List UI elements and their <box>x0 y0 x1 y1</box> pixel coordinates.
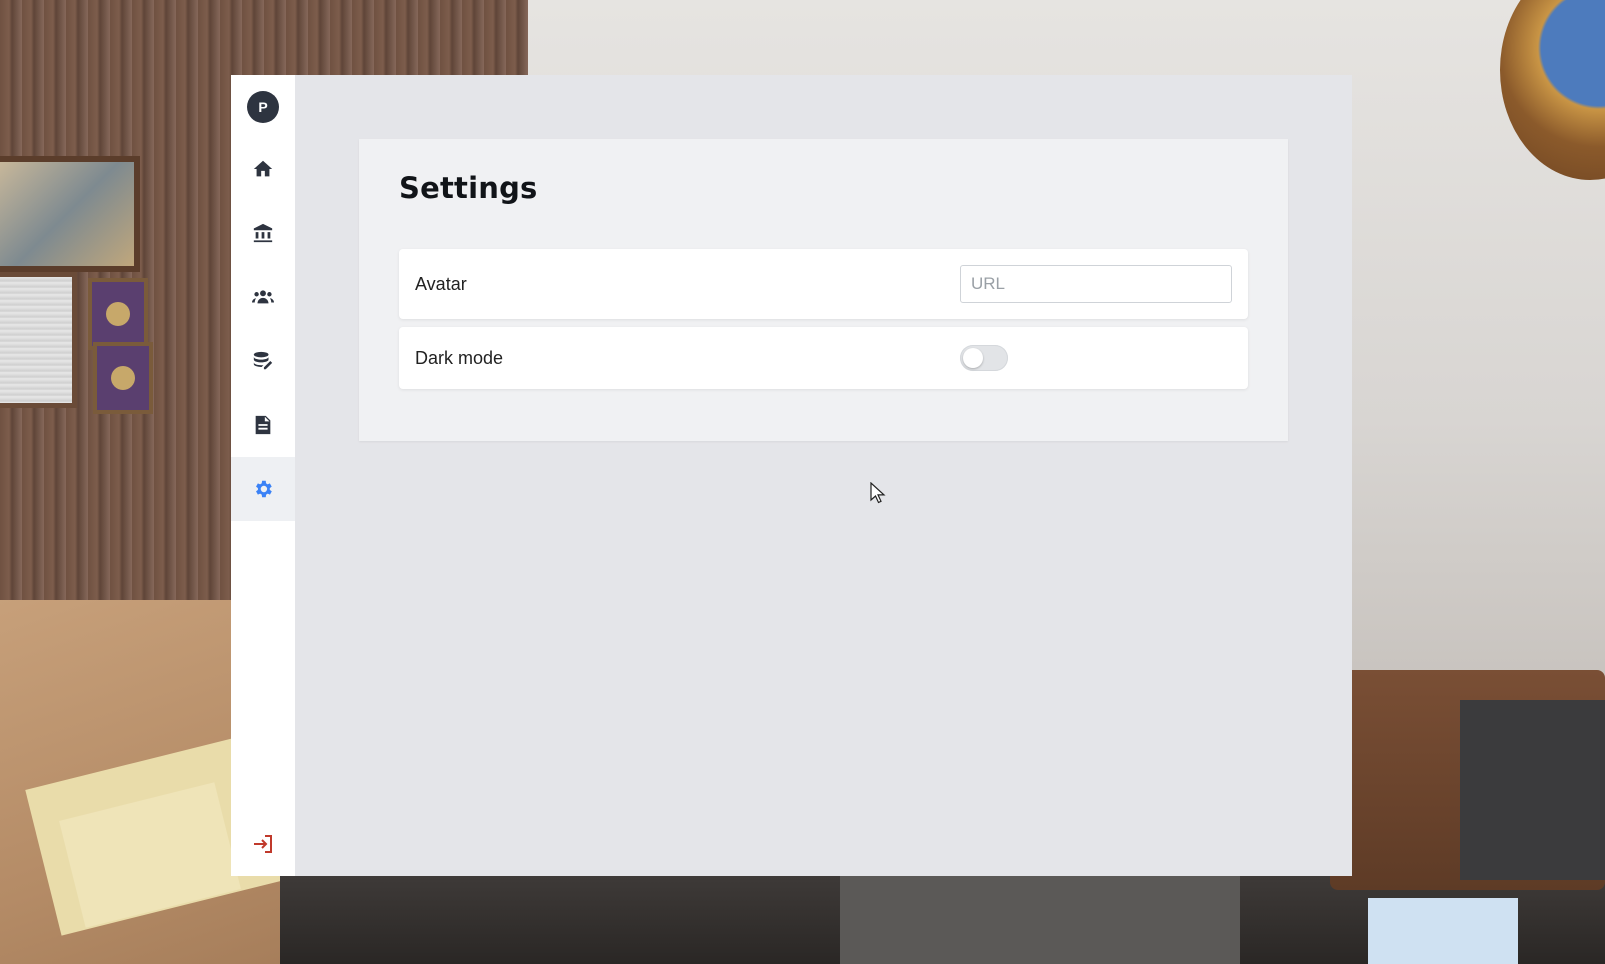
mouse-cursor-icon <box>870 482 886 504</box>
framed-medal <box>88 278 148 350</box>
sidebar: P <box>231 75 295 876</box>
home-icon <box>253 160 273 177</box>
mdt-app-window: P Settings Avatar URL Dark mode <box>231 75 1352 876</box>
dark-box <box>1460 700 1605 880</box>
logout-button[interactable] <box>231 826 295 862</box>
tissue-box <box>1368 898 1518 964</box>
dark-mode-label: Dark mode <box>415 347 504 368</box>
gear-icon <box>256 480 272 498</box>
sidebar-item-database[interactable] <box>231 329 295 393</box>
filing-cabinet <box>840 876 1240 964</box>
sidebar-item-bank[interactable] <box>231 201 295 265</box>
wall-painting <box>0 156 140 272</box>
user-avatar[interactable]: P <box>247 91 279 123</box>
bank-icon <box>253 223 273 243</box>
dark-mode-control <box>960 345 1232 371</box>
toggle-knob <box>963 348 983 368</box>
sidebar-item-settings[interactable] <box>231 457 295 521</box>
avatar-url-input[interactable] <box>960 265 1232 303</box>
framed-medal <box>93 342 153 414</box>
sidebar-item-home[interactable] <box>231 137 295 201</box>
page-title: Settings <box>399 171 538 205</box>
document-icon <box>255 415 271 435</box>
avatar-label: Avatar <box>415 273 467 294</box>
dark-mode-toggle[interactable] <box>960 345 1008 371</box>
sidebar-item-people[interactable] <box>231 265 295 329</box>
avatar-setting-row: Avatar <box>399 249 1248 319</box>
main-content: Settings Avatar Dark mode <box>295 75 1352 876</box>
users-icon <box>252 290 274 304</box>
dark-mode-setting-row: Dark mode <box>399 327 1248 389</box>
sidebar-item-documents[interactable] <box>231 393 295 457</box>
logout-icon <box>254 835 272 853</box>
database-edit-icon <box>253 351 273 370</box>
framed-newspaper <box>0 272 77 408</box>
settings-panel: Settings Avatar Dark mode <box>359 139 1288 441</box>
